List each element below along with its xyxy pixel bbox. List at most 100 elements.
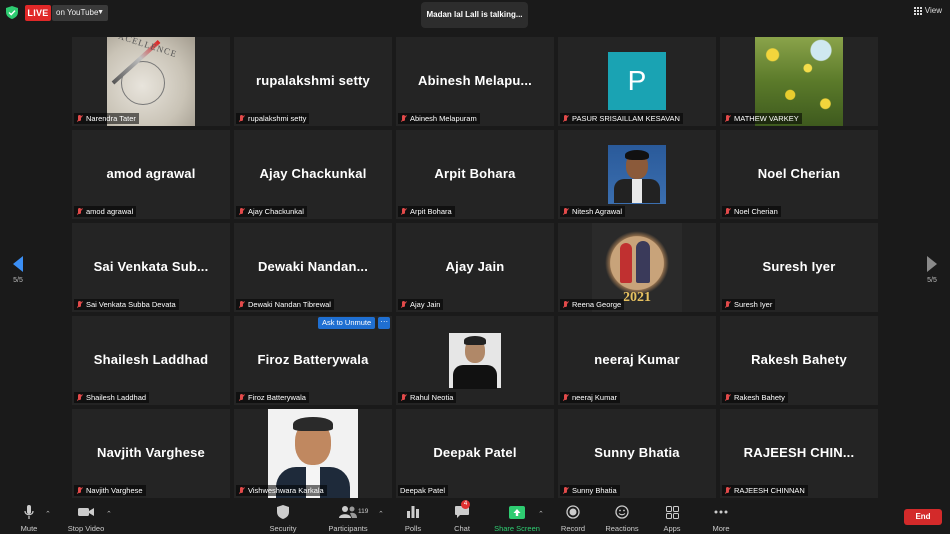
muted-microphone-icon — [724, 114, 731, 123]
participant-name-label: Ajay Jain — [398, 299, 444, 310]
apps-button[interactable]: Apps — [661, 504, 683, 533]
participant-tile[interactable]: Noel Cherian Noel Cherian — [720, 130, 878, 219]
participant-name-label: Suresh Iyer — [722, 299, 776, 310]
view-button[interactable]: View — [913, 6, 942, 15]
participants-options-caret-icon[interactable]: ⌃ — [378, 510, 384, 518]
chat-label: Chat — [454, 524, 470, 533]
record-button[interactable]: Record — [560, 504, 586, 533]
participant-display-name: Arpit Bohara — [434, 166, 516, 181]
apps-icon — [661, 504, 683, 520]
participant-display-name: Suresh Iyer — [762, 259, 836, 274]
participant-tile[interactable]: MATHEW VARKEY — [720, 37, 878, 126]
participant-tile[interactable]: RAJEESH CHIN... RAJEESH CHINNAN — [720, 409, 878, 498]
participant-tile[interactable]: 2021 Reena George — [558, 223, 716, 312]
participant-display-name: Abinesh Melapu... — [418, 73, 532, 88]
participant-tile[interactable]: neeraj Kumar neeraj Kumar — [558, 316, 716, 405]
participant-name-label: Sunny Bhatia — [560, 485, 620, 496]
participant-name: Nitesh Agrawal — [572, 207, 623, 216]
muted-microphone-icon — [238, 300, 245, 309]
record-icon — [560, 504, 586, 520]
chat-button[interactable]: 4 Chat — [452, 500, 472, 533]
participant-tile[interactable]: Sunny Bhatia Sunny Bhatia — [558, 409, 716, 498]
participant-name: Ajay Chackunkal — [248, 207, 304, 216]
video-options-caret-icon[interactable]: ⌃ — [106, 510, 112, 518]
participant-tile[interactable]: Ajay Jain Ajay Jain — [396, 223, 554, 312]
participant-tile[interactable]: Deepak Patel Deepak Patel — [396, 409, 554, 498]
polls-button[interactable]: Polls — [403, 504, 423, 533]
participant-tile[interactable]: Shailesh Laddhad Shailesh Laddhad — [72, 316, 230, 405]
more-label: More — [712, 524, 730, 533]
participant-display-name: Sai Venkata Sub... — [93, 259, 209, 274]
arrow-left-icon — [13, 256, 23, 272]
participant-tile[interactable]: Rakesh Bahety Rakesh Bahety — [720, 316, 878, 405]
stop-video-button[interactable]: Stop Video — [66, 504, 106, 533]
participant-tile[interactable]: Suresh Iyer Suresh Iyer — [720, 223, 878, 312]
participant-name: Vishweshwara Karkala — [248, 486, 324, 495]
apps-label: Apps — [663, 524, 681, 533]
participant-name: Sunny Bhatia — [572, 486, 617, 495]
microphone-icon — [18, 504, 40, 520]
share-options-caret-icon[interactable]: ⌃ — [538, 510, 544, 518]
audio-options-caret-icon[interactable]: ⌃ — [45, 510, 51, 518]
participant-tile[interactable]: Nitesh Agrawal — [558, 130, 716, 219]
participant-name: Reena George — [572, 300, 622, 309]
participant-tile[interactable]: Rahul Neotia — [396, 316, 554, 405]
chevron-down-icon: ▼ — [97, 9, 104, 16]
participant-name-label: neeraj Kumar — [560, 392, 621, 403]
participant-name-label: PASUR SRISAILLAM KESAVAN — [560, 113, 683, 124]
muted-microphone-icon — [562, 486, 569, 495]
participant-tile[interactable]: Abinesh Melapu... Abinesh Melapuram — [396, 37, 554, 126]
participant-name: Suresh Iyer — [734, 300, 773, 309]
stream-target-label: on YouTube — [56, 8, 99, 17]
end-meeting-button[interactable]: End — [904, 509, 942, 525]
muted-microphone-icon — [400, 114, 407, 123]
chat-unread-badge: 4 — [461, 500, 470, 509]
participant-tile[interactable]: Arpit Bohara Arpit Bohara — [396, 130, 554, 219]
participant-name: Arpit Bohara — [410, 207, 452, 216]
mute-button[interactable]: Mute — [18, 504, 40, 533]
stop-video-label: Stop Video — [67, 524, 105, 533]
muted-microphone-icon — [238, 114, 245, 123]
participant-name-label: amod agrawal — [74, 206, 137, 217]
muted-microphone-icon — [562, 207, 569, 216]
participant-display-name: Noel Cherian — [757, 166, 841, 181]
top-bar: LIVE on YouTube ▼ Madan lal Lall is talk… — [0, 0, 950, 28]
participant-name: Abinesh Melapuram — [410, 114, 477, 123]
participant-name-label: RAJEESH CHINNAN — [722, 485, 808, 496]
participant-tile[interactable]: XCELLENCE Narendra Tater — [72, 37, 230, 126]
participant-name-label: rupalakshmi setty — [236, 113, 310, 124]
participant-name: Narendra Tater — [86, 114, 136, 123]
next-page-button[interactable]: 5/5 — [922, 256, 942, 284]
muted-microphone-icon — [724, 207, 731, 216]
participant-tile[interactable]: Sai Venkata Sub... Sai Venkata Subba Deva… — [72, 223, 230, 312]
reactions-button[interactable]: Reactions — [604, 504, 640, 533]
participant-name-label: Reena George — [560, 299, 625, 310]
participant-name-label: Rahul Neotia — [398, 392, 457, 403]
previous-page-button[interactable]: 5/5 — [8, 256, 28, 284]
participant-display-name: neeraj Kumar — [594, 352, 680, 367]
security-shield-icon[interactable] — [6, 6, 18, 19]
share-screen-button[interactable]: Share Screen — [494, 504, 540, 533]
participant-name-label: Abinesh Melapuram — [398, 113, 480, 124]
participant-tile[interactable]: Navjith Varghese Navjith Varghese — [72, 409, 230, 498]
reactions-label: Reactions — [605, 524, 639, 533]
security-button[interactable]: Security — [268, 504, 298, 533]
participant-tile[interactable]: Vishweshwara Karkala — [234, 409, 392, 498]
tile-more-options-button[interactable]: ··· — [378, 317, 391, 329]
more-button[interactable]: More — [710, 504, 732, 533]
ask-to-unmute-button[interactable]: Ask to Unmute — [318, 317, 376, 329]
active-speaker-indicator: Madan lal Lall is talking... — [421, 2, 528, 28]
participant-display-name: Navjith Varghese — [97, 445, 205, 460]
participant-tile[interactable]: rupalakshmi setty rupalakshmi setty — [234, 37, 392, 126]
participant-name-label: Dewaki Nandan Tibrewal — [236, 299, 334, 310]
participant-name-label: Narendra Tater — [74, 113, 139, 124]
stream-target-dropdown[interactable]: on YouTube ▼ — [52, 5, 108, 21]
participant-tile[interactable]: Firoz Batterywala Firoz Batterywala — [234, 316, 392, 405]
participant-tile[interactable]: Dewaki Nandan... Dewaki Nandan Tibrewal — [234, 223, 392, 312]
participant-tile[interactable]: P PASUR SRISAILLAM KESAVAN — [558, 37, 716, 126]
participant-tile[interactable]: Ajay Chackunkal Ajay Chackunkal — [234, 130, 392, 219]
page-indicator-right: 5/5 — [927, 277, 937, 284]
participant-display-name: Ajay Chackunkal — [259, 166, 367, 181]
share-screen-label: Share Screen — [494, 524, 540, 533]
participant-tile[interactable]: amod agrawal amod agrawal — [72, 130, 230, 219]
